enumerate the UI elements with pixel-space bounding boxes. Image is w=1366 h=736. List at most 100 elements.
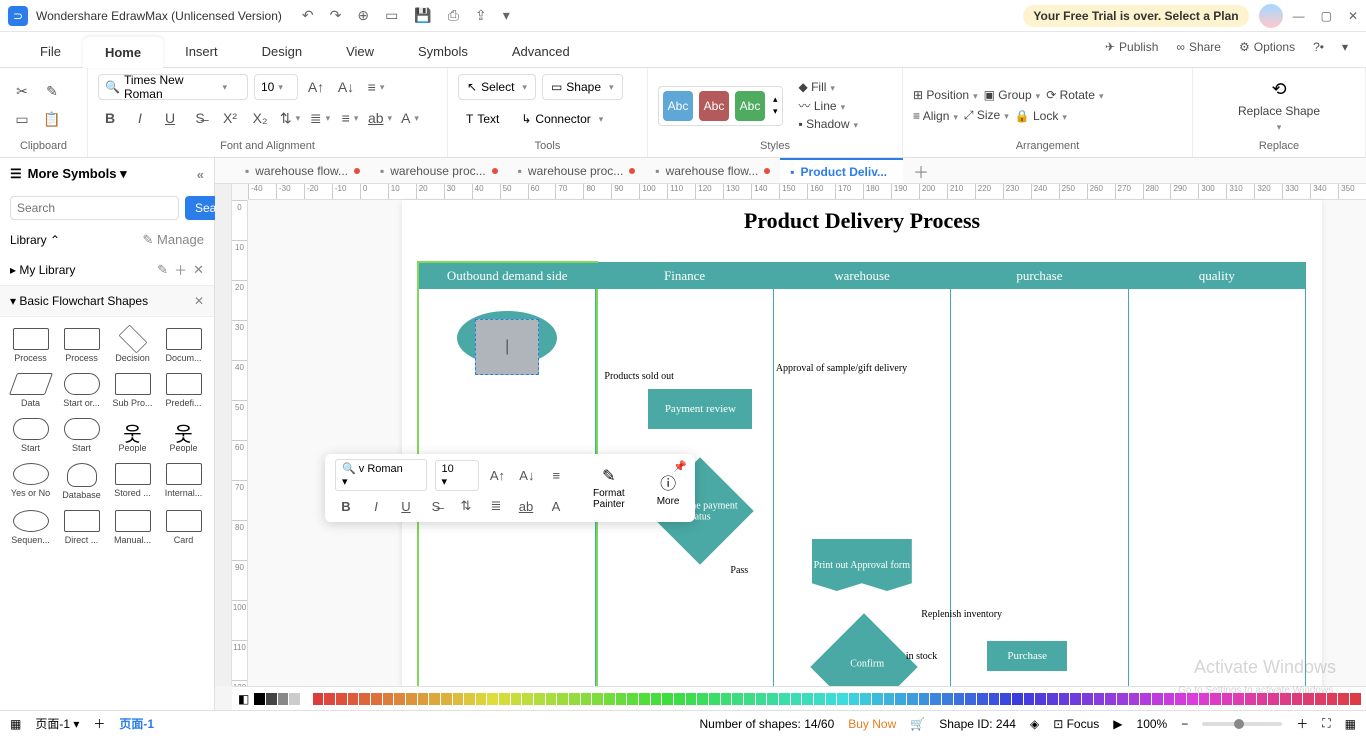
focus-button[interactable]: ⊡ Focus — [1053, 717, 1099, 731]
color-swatch[interactable] — [674, 693, 685, 705]
shape-item[interactable]: Manual... — [108, 507, 157, 548]
options-button[interactable]: ⚙ Options — [1239, 40, 1295, 54]
confirm-diamond[interactable]: Confirm — [810, 613, 917, 686]
color-swatch[interactable] — [1152, 693, 1163, 705]
underline-button[interactable]: U — [158, 106, 182, 130]
superscript-button[interactable]: X² — [218, 106, 242, 130]
color-swatch[interactable] — [721, 693, 732, 705]
library-toggle[interactable]: Library ⌃ — [10, 233, 60, 247]
zoom-level[interactable]: 100% — [1137, 717, 1168, 731]
collapse-panel-button[interactable]: « — [197, 167, 204, 182]
shape-item[interactable]: Yes or No — [6, 460, 55, 503]
print-button[interactable]: ⎙ — [448, 7, 459, 24]
font-size-select[interactable]: 10 — [254, 74, 298, 100]
color-swatch[interactable] — [522, 693, 533, 705]
panel-menu-icon[interactable]: ☰ — [10, 166, 22, 182]
italic-button[interactable]: I — [128, 106, 152, 130]
color-swatch[interactable] — [1268, 693, 1279, 705]
share-button[interactable]: ∞ Share — [1176, 40, 1221, 54]
color-swatch[interactable] — [1233, 693, 1244, 705]
color-swatch[interactable] — [686, 693, 697, 705]
shape-item[interactable]: Decision — [108, 325, 157, 366]
color-swatch[interactable] — [1257, 693, 1268, 705]
bold-button[interactable]: B — [98, 106, 122, 130]
color-swatch[interactable] — [895, 693, 906, 705]
lib-add-icon[interactable]: ＋ — [174, 260, 187, 279]
copy-button[interactable]: ▭ — [10, 108, 34, 132]
color-swatch[interactable] — [464, 693, 475, 705]
lane-quality[interactable]: quality — [1129, 263, 1305, 686]
shape-item[interactable]: Start or... — [57, 370, 106, 411]
undo-button[interactable]: ↶ — [302, 7, 314, 24]
add-tab-button[interactable]: ＋ — [903, 159, 939, 183]
color-swatch[interactable] — [371, 693, 382, 705]
minimize-button[interactable]: — — [1293, 9, 1305, 23]
para-align-button[interactable]: ≡ — [364, 75, 388, 99]
color-swatch[interactable] — [557, 693, 568, 705]
fit-page-button[interactable]: ⛶ — [1322, 716, 1330, 731]
color-swatch[interactable] — [1187, 693, 1198, 705]
shape-item[interactable]: Docum... — [159, 325, 208, 366]
subscript-button[interactable]: X₂ — [248, 106, 272, 130]
color-swatch[interactable] — [453, 693, 464, 705]
font-color-button[interactable]: A — [398, 106, 422, 130]
color-swatch[interactable] — [1070, 693, 1081, 705]
help-button[interactable]: ?• — [1313, 40, 1324, 54]
doc-tab[interactable]: ▪warehouse proc... — [508, 158, 646, 183]
size-button[interactable]: ⤢ Size — [964, 108, 1009, 123]
line-spacing-button[interactable]: ⇅ — [278, 106, 302, 130]
tab-view[interactable]: View — [324, 36, 396, 67]
color-swatch[interactable] — [604, 693, 615, 705]
color-swatch[interactable] — [826, 693, 837, 705]
color-swatch[interactable] — [1199, 693, 1210, 705]
shape-item[interactable]: 웃People — [108, 415, 157, 456]
qat-more-button[interactable]: ▾ — [503, 7, 510, 24]
color-swatch[interactable] — [546, 693, 557, 705]
float-decrease-font[interactable]: A↓ — [516, 464, 537, 486]
tab-advanced[interactable]: Advanced — [490, 36, 592, 67]
fullscreen-button[interactable]: ▦ — [1345, 717, 1356, 731]
shape-item[interactable]: Stored ... — [108, 460, 157, 503]
color-swatch[interactable] — [1000, 693, 1011, 705]
save-button[interactable]: 💾 — [414, 7, 431, 24]
color-swatch[interactable] — [860, 693, 871, 705]
color-swatch[interactable] — [849, 693, 860, 705]
color-swatch[interactable] — [1327, 693, 1338, 705]
select-tool-button[interactable]: ↖ Select — [458, 74, 536, 100]
styles-up[interactable]: ▴ — [773, 94, 778, 105]
color-swatch[interactable] — [301, 693, 312, 705]
styles-down[interactable]: ▾ — [773, 106, 778, 117]
color-swatch[interactable] — [802, 693, 813, 705]
manage-library-button[interactable]: ✎ Manage — [143, 232, 205, 248]
color-swatch[interactable] — [1245, 693, 1256, 705]
float-font-select[interactable]: 🔍 v Roman ▾ — [335, 459, 427, 491]
color-swatch[interactable] — [383, 693, 394, 705]
numbered-button[interactable]: ≡ — [338, 106, 362, 130]
color-swatch[interactable] — [767, 693, 778, 705]
selected-shape[interactable]: | — [475, 319, 539, 375]
color-swatch[interactable] — [592, 693, 603, 705]
shape-tool-button[interactable]: ▭ Shape — [542, 74, 623, 100]
collapse-ribbon-button[interactable]: ▾ — [1342, 40, 1348, 54]
color-dropper-icon[interactable]: ◧ — [238, 692, 249, 706]
color-swatch[interactable] — [1035, 693, 1046, 705]
color-swatch[interactable] — [651, 693, 662, 705]
color-swatch[interactable] — [487, 693, 498, 705]
zoom-in-button[interactable]: ＋ — [1296, 715, 1308, 732]
redo-button[interactable]: ↷ — [330, 7, 342, 24]
new-button[interactable]: ⊕ — [357, 7, 369, 24]
lane-purchase[interactable]: purchase Replenish inventory Purchase — [951, 263, 1128, 686]
color-swatch[interactable] — [1303, 693, 1314, 705]
color-swatch[interactable] — [359, 693, 370, 705]
float-size-select[interactable]: 10 ▾ — [435, 460, 479, 491]
float-more[interactable]: ⓘMore — [651, 470, 686, 507]
color-swatch[interactable] — [324, 693, 335, 705]
color-swatch[interactable] — [989, 693, 1000, 705]
shape-item[interactable]: 웃People — [159, 415, 208, 456]
color-swatch[interactable] — [814, 693, 825, 705]
color-swatch[interactable] — [394, 693, 405, 705]
float-format-painter[interactable]: ✎Format Painter — [587, 466, 631, 510]
payment-review-box[interactable]: Payment review — [648, 389, 752, 429]
replace-shape-button[interactable]: Replace Shape — [1238, 104, 1320, 118]
maximize-button[interactable]: ▢ — [1321, 9, 1332, 23]
